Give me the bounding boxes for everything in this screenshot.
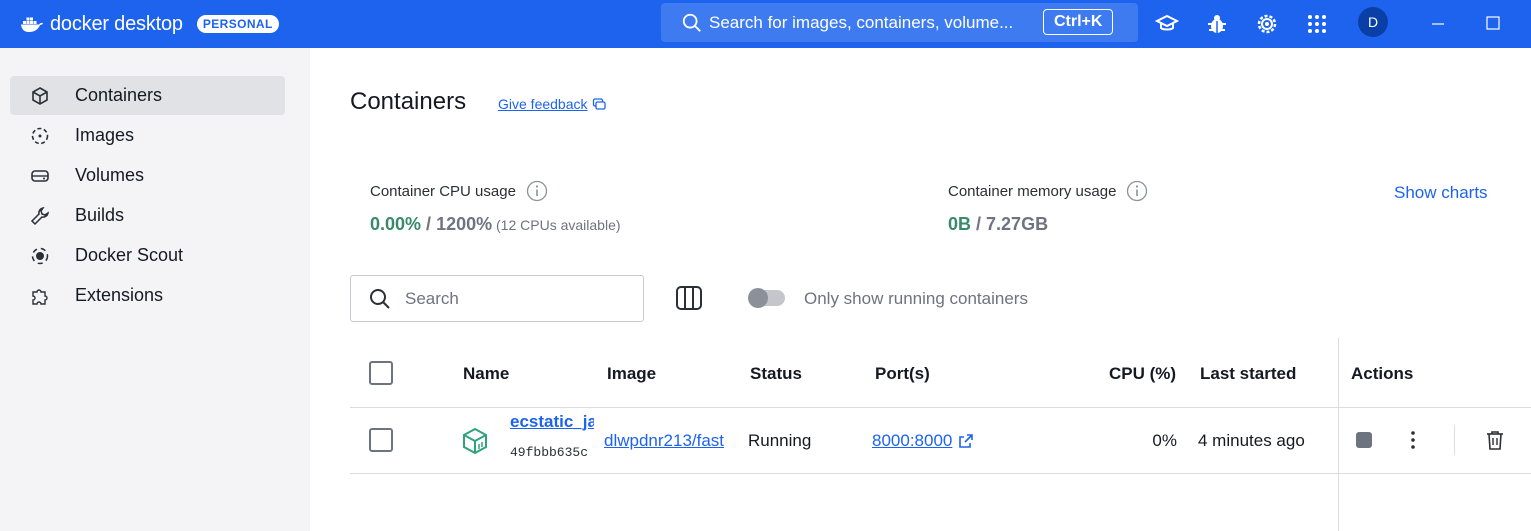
- sidebar-item-label: Extensions: [75, 285, 164, 305]
- sidebar-item-label: Images: [75, 125, 135, 145]
- sidebar-item-label: Volumes: [75, 165, 145, 185]
- memory-usage-label: Container memory usage: [948, 180, 1148, 202]
- search-icon: [682, 13, 701, 32]
- global-search-placeholder: Search for images, containers, volume...: [709, 12, 1014, 32]
- cpu-usage-label-text: Container CPU usage: [370, 182, 516, 200]
- extensions-grid-icon[interactable]: [1305, 12, 1329, 36]
- give-feedback-link[interactable]: Give feedback: [498, 96, 606, 112]
- maximize-icon[interactable]: [1484, 12, 1508, 36]
- container-id: 49fbbb635c: [510, 445, 589, 460]
- container-cpu: 0%: [1152, 431, 1177, 450]
- minimize-icon[interactable]: [1428, 12, 1452, 36]
- info-icon[interactable]: [1126, 180, 1148, 202]
- cpu-total: 1200%: [436, 214, 493, 234]
- memory-usage-value: 0B / 7.27GB: [948, 214, 1048, 235]
- give-feedback-label: Give feedback: [498, 96, 588, 112]
- memory-total: 7.27GB: [986, 214, 1049, 234]
- sidebar: Containers Images Volumes Builds Docker …: [0, 48, 310, 531]
- docker-whale-logo-icon: [21, 17, 43, 32]
- column-header-cpu[interactable]: CPU (%): [1109, 364, 1176, 384]
- cpu-available-note: (12 CPUs available): [492, 217, 621, 233]
- toggle-knob: [748, 288, 768, 308]
- cpu-usage-value: 0.00% / 1200% (12 CPUs available): [370, 214, 621, 235]
- info-icon[interactable]: [526, 180, 548, 202]
- external-link-icon: [959, 434, 974, 448]
- sidebar-item-label: Docker Scout: [75, 245, 184, 265]
- memory-usage-label-text: Container memory usage: [948, 182, 1117, 200]
- top-bar: docker desktop PERSONAL Search for image…: [0, 0, 1531, 48]
- select-all-checkbox[interactable]: [369, 361, 393, 385]
- scout-icon: [31, 247, 49, 265]
- sidebar-item-extensions[interactable]: Extensions: [10, 276, 285, 315]
- port-link[interactable]: 8000:8000: [872, 431, 974, 451]
- user-avatar[interactable]: D: [1358, 7, 1388, 37]
- plan-badge: PERSONAL: [196, 15, 279, 33]
- action-separator: [1454, 425, 1455, 455]
- column-header-image[interactable]: Image: [607, 364, 656, 384]
- container-icon: [32, 87, 48, 105]
- trash-icon[interactable]: [1484, 429, 1506, 451]
- columns-icon[interactable]: [675, 284, 703, 312]
- puzzle-icon: [32, 289, 48, 305]
- container-running-icon: [463, 427, 487, 455]
- sidebar-item-builds[interactable]: Builds: [10, 196, 285, 235]
- search-shortcut-badge: Ctrl+K: [1043, 9, 1114, 35]
- learning-center-icon[interactable]: [1155, 12, 1179, 36]
- column-header-ports[interactable]: Port(s): [875, 364, 930, 384]
- container-name-link[interactable]: ecstatic_ja: [510, 412, 594, 432]
- sidebar-item-docker-scout[interactable]: Docker Scout: [10, 236, 285, 275]
- page-title: Containers: [350, 88, 467, 115]
- brand: docker desktop PERSONAL: [20, 10, 279, 38]
- cpu-used: 0.00%: [370, 214, 422, 234]
- cpu-usage-label: Container CPU usage: [370, 180, 548, 202]
- memory-separator: /: [971, 214, 987, 234]
- settings-icon[interactable]: [1255, 12, 1279, 36]
- troubleshoot-icon[interactable]: [1205, 12, 1229, 36]
- feedback-icon: [592, 98, 606, 110]
- search-input[interactable]: [405, 288, 625, 309]
- column-header-name[interactable]: Name: [463, 364, 509, 384]
- port-link-label: 8000:8000: [872, 431, 953, 450]
- column-header-last-started[interactable]: Last started: [1200, 364, 1296, 384]
- more-actions-icon[interactable]: [1403, 429, 1423, 451]
- sidebar-item-label: Containers: [75, 85, 163, 105]
- show-charts-button[interactable]: Show charts: [1394, 183, 1488, 203]
- column-header-status[interactable]: Status: [750, 364, 802, 384]
- brand-name: docker desktop: [50, 12, 183, 35]
- actions-column-divider: [1338, 338, 1339, 531]
- global-search[interactable]: Search for images, containers, volume...…: [661, 3, 1138, 42]
- running-only-toggle[interactable]: [748, 288, 785, 308]
- container-search[interactable]: [350, 275, 644, 322]
- cpu-separator: /: [421, 214, 437, 234]
- image-icon: [31, 127, 49, 145]
- table-divider: [350, 473, 1531, 474]
- running-only-label: Only show running containers: [804, 289, 1028, 308]
- sidebar-item-images[interactable]: Images: [10, 116, 285, 155]
- container-status: Running: [748, 431, 812, 450]
- volume-icon: [31, 170, 49, 182]
- table-divider: [350, 407, 1531, 408]
- wrench-icon: [30, 206, 50, 226]
- search-icon: [370, 288, 390, 309]
- sidebar-item-label: Builds: [75, 205, 125, 225]
- column-header-actions: Actions: [1351, 364, 1414, 383]
- stop-icon[interactable]: [1356, 432, 1372, 448]
- row-checkbox[interactable]: [369, 428, 393, 452]
- memory-used: 0B: [948, 214, 972, 234]
- container-last-started: 4 minutes ago: [1198, 431, 1305, 450]
- container-image-link[interactable]: dlwpdnr213/fast: [604, 431, 738, 451]
- sidebar-item-volumes[interactable]: Volumes: [10, 156, 285, 195]
- sidebar-item-containers[interactable]: Containers: [10, 76, 285, 115]
